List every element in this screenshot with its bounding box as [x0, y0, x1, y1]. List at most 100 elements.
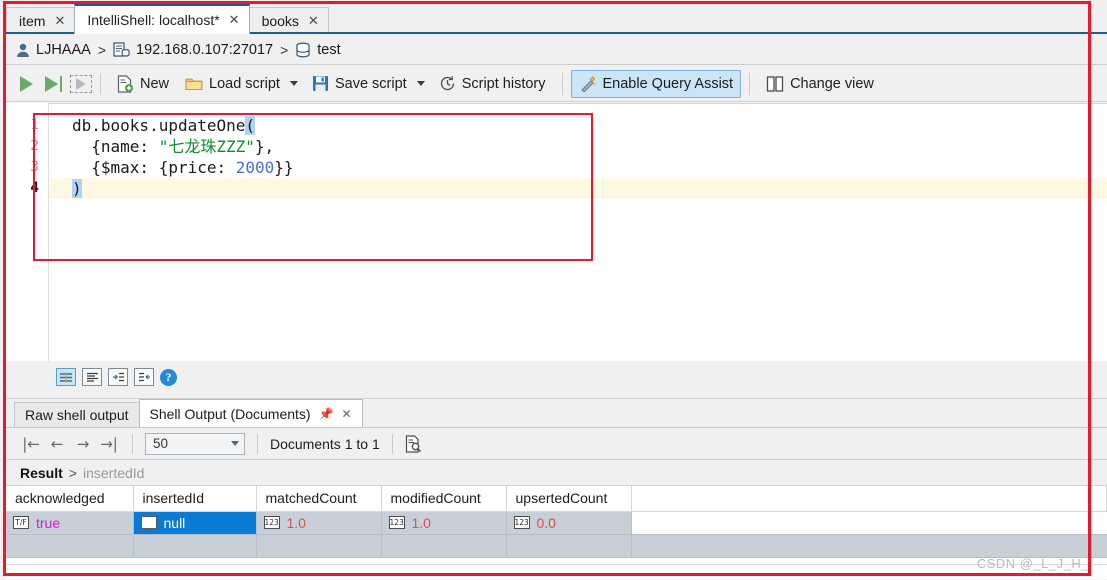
save-script-button[interactable]: Save script	[304, 70, 415, 98]
cell-modifiedcount[interactable]: 123 1.0	[381, 511, 507, 535]
result-breadcrumb-field[interactable]: insertedId	[83, 465, 144, 481]
boolean-type-icon: T/F	[13, 516, 29, 529]
code-area[interactable]: db.books.updateOne( {name: "七龙珠ZZZ"}, {$…	[50, 103, 1107, 361]
toolbar-separator	[391, 433, 393, 454]
run-icon[interactable]	[14, 75, 39, 92]
column-header-modifiedcount[interactable]: modifiedCount	[381, 486, 507, 512]
align-left-icon[interactable]	[82, 368, 102, 386]
cell-value: true	[36, 514, 61, 531]
code-text: },	[254, 137, 275, 156]
tab-strip: item ✕ IntelliShell: localhost* ✕ books …	[6, 4, 1107, 34]
code-line-3[interactable]: {$max: {price: 2000}}	[50, 157, 1107, 178]
enable-query-assist-label: Enable Query Assist	[602, 75, 734, 92]
tab-books[interactable]: books ✕	[248, 7, 329, 34]
toolbar-separator	[561, 72, 563, 95]
cell-upsertedcount[interactable]: 123 0.0	[506, 511, 632, 535]
close-icon[interactable]: ✕	[342, 407, 352, 421]
code-line-1[interactable]: db.books.updateOne(	[50, 115, 1107, 136]
close-icon[interactable]: ✕	[308, 15, 319, 28]
result-breadcrumb-root[interactable]: Result	[20, 465, 63, 481]
column-header-insertedid[interactable]: insertedId	[133, 486, 257, 512]
user-icon	[16, 43, 30, 58]
cell-filler	[631, 511, 1107, 535]
find-document-icon[interactable]	[405, 434, 422, 453]
table-header-row: acknowledged insertedId matchedCount mod…	[6, 486, 1107, 512]
tab-shell-output-documents[interactable]: Shell Output (Documents) 📌 ✕	[138, 399, 363, 427]
results-body: Result > insertedId acknowledged inserte…	[6, 460, 1107, 579]
column-header-upsertedcount[interactable]: upsertedCount	[506, 486, 632, 512]
watermark: CSDN @_L_J_H_	[976, 556, 1089, 571]
folder-icon	[185, 76, 203, 91]
cell-insertedid[interactable]: null	[133, 511, 257, 535]
split-columns-icon	[766, 75, 784, 92]
code-text: {$max: {price:	[72, 158, 236, 177]
column-header-acknowledged[interactable]: acknowledged	[6, 486, 134, 512]
script-history-label: Script history	[461, 75, 546, 92]
line-number: 1	[30, 117, 39, 133]
chevron-down-icon[interactable]	[231, 441, 239, 446]
code-line-4[interactable]: )	[50, 178, 1107, 199]
run-disabled-icon	[70, 74, 92, 93]
cell-matchedcount[interactable]: 123 1.0	[256, 511, 382, 535]
cell-value: null	[163, 514, 186, 531]
cell-acknowledged[interactable]: T/F true	[6, 511, 134, 535]
toolbar-separator	[749, 72, 751, 95]
script-toolbar: New Load script Save script Script histo…	[6, 66, 1107, 102]
save-script-dropdown-icon[interactable]	[416, 81, 425, 86]
enable-query-assist-button[interactable]: Enable Query Assist	[570, 69, 742, 98]
last-page-icon[interactable]: →|	[98, 433, 120, 455]
run-selection-icon[interactable]	[39, 75, 68, 92]
indent-left-icon[interactable]	[134, 368, 154, 386]
breadcrumb-user[interactable]: LJHAAA	[16, 42, 91, 58]
script-history-button[interactable]: Script history	[431, 70, 554, 98]
toolbar-separator	[132, 433, 133, 454]
close-icon[interactable]: ✕	[229, 14, 240, 27]
number-type-icon: 123	[388, 516, 405, 529]
results-tab-label: Shell Output (Documents)	[149, 405, 311, 422]
help-icon[interactable]: ?	[160, 368, 177, 386]
tab-label: IntelliShell: localhost*	[87, 12, 220, 28]
intellishell-window: item ✕ IntelliShell: localhost* ✕ books …	[0, 0, 1107, 580]
line-number: 4	[30, 180, 39, 196]
tab-item[interactable]: item ✕	[6, 7, 76, 34]
code-line-2[interactable]: {name: "七龙珠ZZZ"},	[50, 136, 1107, 157]
next-page-icon[interactable]: →	[72, 433, 94, 455]
results-tab-strip: Raw shell output Shell Output (Documents…	[6, 399, 1107, 427]
breadcrumb-server[interactable]: 192.168.0.107:27017	[113, 42, 273, 58]
result-breadcrumb: Result > insertedId	[6, 460, 1107, 486]
close-icon[interactable]: ✕	[54, 15, 65, 28]
load-script-button[interactable]: Load script	[177, 70, 288, 98]
connection-breadcrumb: LJHAAA > 192.168.0.107:27017 > test	[6, 36, 1107, 65]
change-view-button[interactable]: Change view	[758, 70, 882, 98]
results-toolbar: |← ← → →| 50 Documents 1 to 1	[6, 428, 1107, 460]
new-button-label: New	[140, 75, 170, 92]
editor-icon-strip: ?	[56, 368, 177, 386]
breadcrumb-server-label: 192.168.0.107:27017	[136, 42, 274, 58]
tab-intellishell-localhost[interactable]: IntelliShell: localhost* ✕	[74, 4, 250, 34]
document-count-label: Documents 1 to 1	[270, 435, 380, 452]
previous-page-icon[interactable]: ←	[46, 433, 68, 455]
tab-raw-shell-output[interactable]: Raw shell output	[14, 402, 140, 427]
code-string-literal: "七龙珠ZZZ"	[158, 137, 255, 156]
column-header-matchedcount[interactable]: matchedCount	[256, 486, 382, 512]
page-size-select[interactable]: 50	[145, 432, 245, 455]
results-tab-label: Raw shell output	[25, 407, 129, 423]
cell-value: 1.0	[286, 514, 306, 531]
load-script-dropdown-icon[interactable]	[289, 81, 298, 86]
breadcrumb-database[interactable]: test	[295, 42, 341, 58]
indent-right-icon[interactable]	[108, 368, 128, 386]
new-button[interactable]: New	[109, 70, 177, 98]
breadcrumb-separator: >	[280, 42, 289, 58]
cell-value: 0.0	[536, 514, 556, 531]
matching-bracket-open: (	[245, 116, 256, 135]
cell-value: 1.0	[411, 514, 431, 531]
table-row[interactable]: T/F true null 123 1.0 123 1.0 123 0.0	[6, 511, 1107, 535]
history-clock-icon	[439, 75, 456, 92]
first-page-icon[interactable]: |←	[20, 433, 42, 455]
results-panel: Raw shell output Shell Output (Documents…	[6, 398, 1107, 580]
database-icon	[295, 42, 311, 58]
format-script-icon[interactable]	[56, 368, 76, 386]
script-editor[interactable]: 1 2 3 4 db.books.updateOne( {name: "七龙珠Z…	[6, 103, 1107, 361]
pin-icon[interactable]: 📌	[319, 407, 334, 421]
magic-wand-icon	[579, 75, 597, 92]
